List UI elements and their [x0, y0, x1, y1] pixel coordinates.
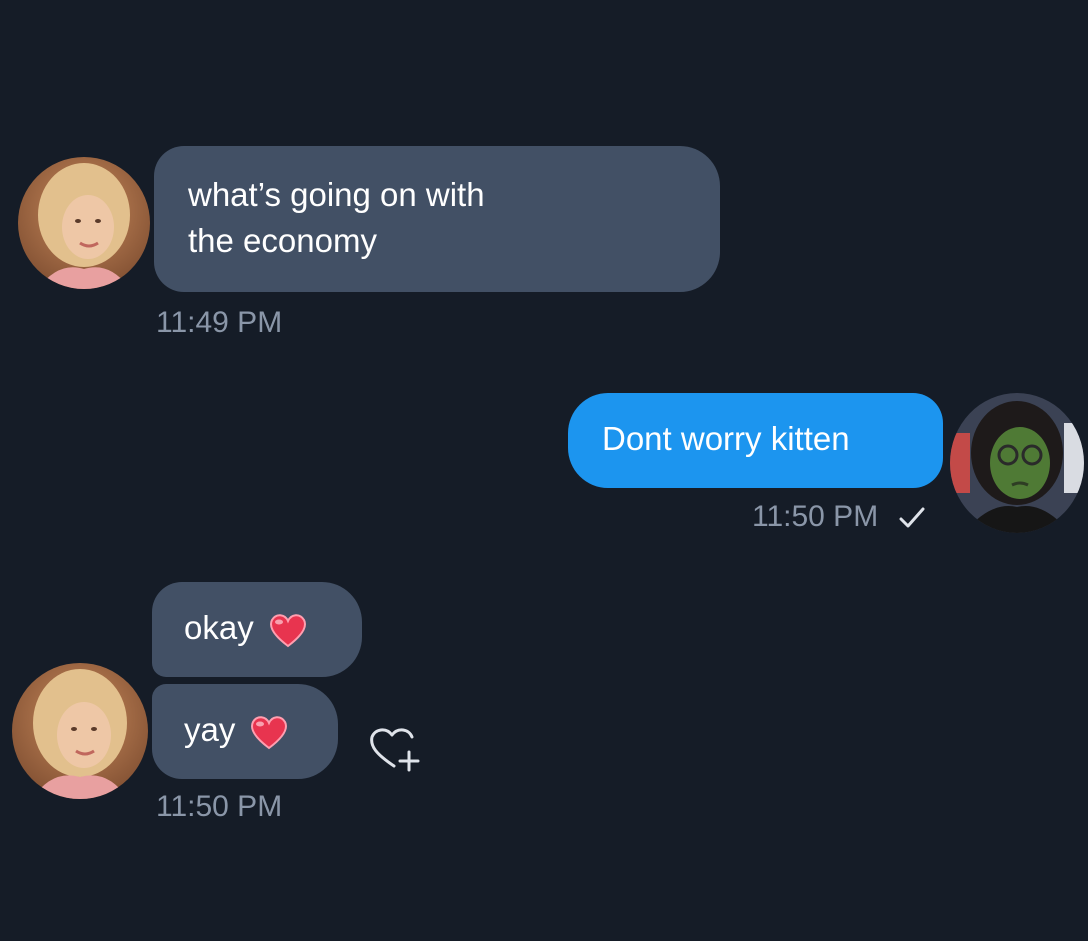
timestamp-text: 11:50 PM: [752, 500, 879, 533]
contact-avatar[interactable]: [12, 663, 148, 799]
message-bubble-incoming[interactable]: okay: [152, 582, 362, 677]
contact-avatar-blonde-icon: [18, 157, 150, 289]
contact-avatar[interactable]: [18, 157, 150, 289]
check-icon: [899, 506, 925, 530]
message-text-line: what’s going on with: [188, 176, 485, 213]
message-timestamp: 11:50 PM: [156, 790, 283, 823]
message-timestamp: 11:50 PM: [752, 500, 925, 534]
message-bubble-incoming[interactable]: yay: [152, 684, 338, 779]
message-text: okay: [184, 609, 254, 646]
own-avatar[interactable]: [950, 393, 1084, 533]
message-timestamp: 11:49 PM: [156, 306, 283, 339]
message-text: yay: [184, 711, 236, 748]
message-bubble-outgoing[interactable]: Dont worry kitten: [568, 393, 943, 488]
message-text: Dont worry kitten: [602, 420, 850, 457]
message-text-line: the economy: [188, 222, 377, 259]
add-reaction-heart-icon[interactable]: [364, 722, 426, 776]
message-bubble-incoming[interactable]: what’s going on with the economy: [154, 146, 720, 292]
red-heart-icon: [249, 714, 289, 750]
contact-avatar-blonde-icon: [12, 663, 148, 799]
own-avatar-green-icon: [950, 393, 1084, 533]
red-heart-icon: [268, 612, 308, 648]
conversation-view: what’s going on with the economy 11:49 P…: [0, 0, 1088, 941]
